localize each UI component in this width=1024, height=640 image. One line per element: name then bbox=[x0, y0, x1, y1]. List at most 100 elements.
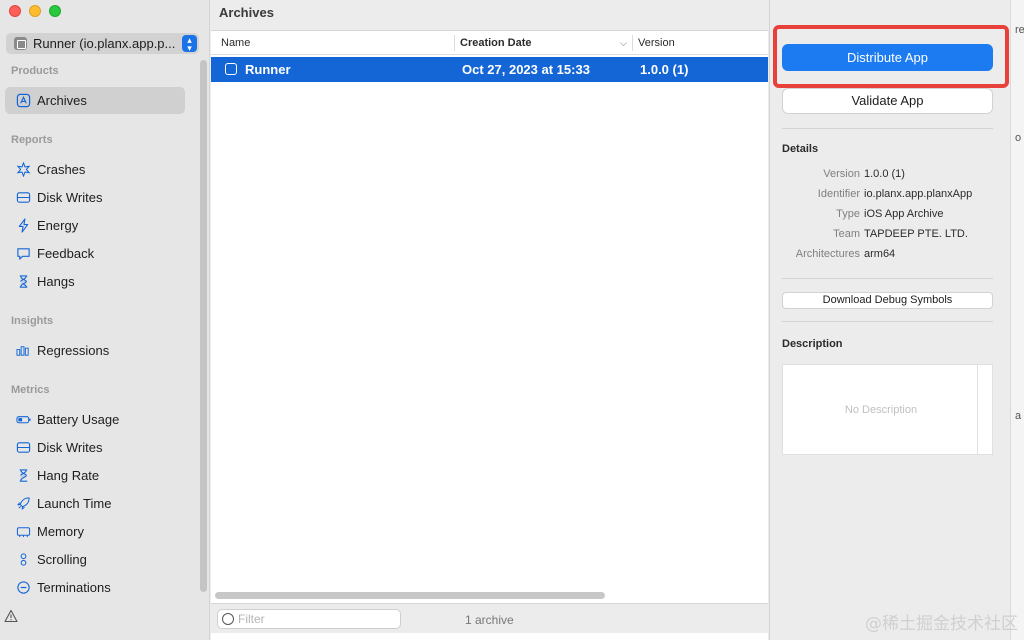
sidebar-item-energy[interactable]: Energy bbox=[5, 212, 185, 239]
detail-key: Version bbox=[823, 168, 860, 180]
divider bbox=[782, 278, 993, 279]
filter-input[interactable]: Filter bbox=[217, 609, 401, 629]
sidebar-item-scrolling[interactable]: Scrolling bbox=[5, 546, 185, 573]
hourglass-icon bbox=[15, 274, 31, 290]
inspector-pane: Distribute App Validate App Details Vers… bbox=[769, 0, 1009, 640]
detail-value: iOS App Archive bbox=[864, 208, 944, 220]
clipped-text: a bbox=[1015, 410, 1022, 422]
cell-name: Runner bbox=[245, 62, 291, 77]
validate-app-button[interactable]: Validate App bbox=[782, 88, 993, 114]
divider bbox=[782, 321, 993, 322]
detail-key: Team bbox=[833, 228, 860, 240]
window-controls bbox=[9, 5, 61, 17]
sidebar-item-label: Crashes bbox=[37, 162, 86, 177]
sidebar-item-label: Launch Time bbox=[37, 496, 112, 511]
minus-circle-icon bbox=[15, 580, 31, 596]
archive-count: 1 archive bbox=[465, 613, 514, 627]
chevron-down-icon[interactable]: ⌵ bbox=[620, 38, 627, 49]
table-row[interactable]: Runner Oct 27, 2023 at 15:33 1.0.0 (1) bbox=[211, 57, 768, 82]
close-window-button[interactable] bbox=[9, 5, 21, 17]
sidebar-item-label: Hang Rate bbox=[37, 468, 100, 483]
sidebar-item-battery-usage[interactable]: Battery Usage bbox=[5, 406, 185, 433]
section-header-products: Products bbox=[11, 65, 59, 77]
bolt-icon bbox=[15, 218, 31, 234]
speech-bubble-icon bbox=[15, 246, 31, 262]
app-icon bbox=[225, 63, 237, 75]
description-placeholder: No Description bbox=[844, 404, 918, 416]
column-header-name[interactable]: Name bbox=[221, 37, 250, 49]
bar-chart-icon bbox=[15, 343, 31, 359]
sidebar-item-crashes[interactable]: Crashes bbox=[5, 156, 185, 183]
sidebar-item-label: Disk Writes bbox=[37, 190, 103, 205]
battery-icon bbox=[15, 412, 31, 428]
sidebar-item-label: Feedback bbox=[37, 246, 95, 261]
sidebar-item-label: Disk Writes bbox=[37, 440, 103, 455]
clipped-text: o bbox=[1015, 132, 1022, 144]
crash-icon bbox=[15, 162, 31, 178]
details-title: Details bbox=[782, 143, 819, 155]
zoom-window-button[interactable] bbox=[49, 5, 61, 17]
background-window-edge: re o a bbox=[1010, 0, 1024, 640]
section-header-insights: Insights bbox=[11, 315, 54, 327]
scheme-selector[interactable]: Runner (io.planx.app.p... ▴ ▾ bbox=[6, 33, 199, 54]
detail-value: io.planx.app.planxApp bbox=[864, 188, 973, 200]
sidebar-item-regressions[interactable]: Regressions bbox=[5, 337, 185, 364]
scheme-label: Runner (io.planx.app.p... bbox=[33, 36, 176, 51]
detail-value: 1.0.0 (1) bbox=[864, 168, 905, 180]
filter-icon bbox=[222, 613, 234, 625]
column-header-version[interactable]: Version bbox=[638, 37, 675, 49]
sidebar-item-terminations[interactable]: Terminations bbox=[5, 574, 185, 601]
sidebar-item-label: Archives bbox=[37, 93, 87, 108]
sidebar-item-label: Battery Usage bbox=[37, 412, 120, 427]
app-icon bbox=[15, 93, 31, 109]
sidebar-item-hang-rate[interactable]: Hang Rate bbox=[5, 462, 185, 489]
sidebar-item-disk-writes[interactable]: Disk Writes bbox=[5, 184, 185, 211]
sidebar-item-label: Hangs bbox=[37, 274, 75, 289]
sidebar-item-memory[interactable]: Memory bbox=[5, 518, 185, 545]
column-divider[interactable] bbox=[454, 35, 455, 51]
disk-icon bbox=[15, 440, 31, 456]
memory-icon bbox=[15, 524, 31, 540]
scroll-icon bbox=[15, 552, 31, 568]
sidebar-item-label: Energy bbox=[37, 218, 79, 233]
section-header-reports: Reports bbox=[11, 134, 53, 146]
app-icon bbox=[14, 37, 27, 50]
cell-creation-date: Oct 27, 2023 at 15:33 bbox=[462, 62, 590, 77]
description-scrollbar[interactable] bbox=[978, 364, 993, 455]
sidebar-item-label: Scrolling bbox=[37, 552, 87, 567]
column-divider[interactable] bbox=[632, 35, 633, 51]
sidebar-item-label: Terminations bbox=[37, 580, 111, 595]
sidebar-item-hangs[interactable]: Hangs bbox=[5, 268, 185, 295]
hourglass-icon bbox=[15, 468, 31, 484]
download-debug-symbols-button[interactable]: Download Debug Symbols bbox=[782, 292, 993, 309]
warning-icon[interactable] bbox=[4, 609, 18, 623]
description-title: Description bbox=[782, 338, 843, 350]
detail-value: arm64 bbox=[864, 248, 896, 260]
cell-version: 1.0.0 (1) bbox=[640, 62, 689, 77]
chevron-updown-icon[interactable]: ▴ ▾ bbox=[182, 35, 197, 53]
section-header-metrics: Metrics bbox=[11, 384, 50, 396]
detail-key: Identifier bbox=[817, 188, 860, 200]
distribute-app-button[interactable]: Distribute App bbox=[782, 44, 993, 71]
filter-placeholder: Filter bbox=[238, 612, 265, 626]
disk-icon bbox=[15, 190, 31, 206]
sidebar-item-label: Memory bbox=[37, 524, 84, 539]
divider bbox=[782, 128, 993, 129]
sidebar-item-launch-time[interactable]: Launch Time bbox=[5, 490, 185, 517]
horizontal-scrollbar[interactable] bbox=[215, 592, 605, 599]
watermark: @稀土掘金技术社区 bbox=[865, 614, 1018, 634]
sidebar-scrollbar[interactable] bbox=[200, 60, 207, 592]
sidebar-item-disk-writes-metric[interactable]: Disk Writes bbox=[5, 434, 185, 461]
minimize-window-button[interactable] bbox=[29, 5, 41, 17]
detail-key: Architectures bbox=[795, 248, 860, 260]
sidebar-item-label: Regressions bbox=[37, 343, 110, 358]
archives-pane: Archives Name Creation Date ⌵ Version Ru… bbox=[211, 0, 768, 640]
sidebar-item-feedback[interactable]: Feedback bbox=[5, 240, 185, 267]
column-header-creation-date[interactable]: Creation Date bbox=[460, 37, 532, 49]
sidebar-item-archives[interactable]: Archives bbox=[5, 87, 185, 114]
sidebar: Runner (io.planx.app.p... ▴ ▾ Products Ar… bbox=[0, 0, 210, 640]
detail-value: TAPDEEP PTE. LTD. bbox=[864, 228, 968, 240]
archives-footer: Filter 1 archive bbox=[211, 603, 768, 633]
table-header: Name Creation Date ⌵ Version bbox=[211, 31, 768, 55]
description-textarea[interactable]: No Description bbox=[782, 364, 978, 455]
